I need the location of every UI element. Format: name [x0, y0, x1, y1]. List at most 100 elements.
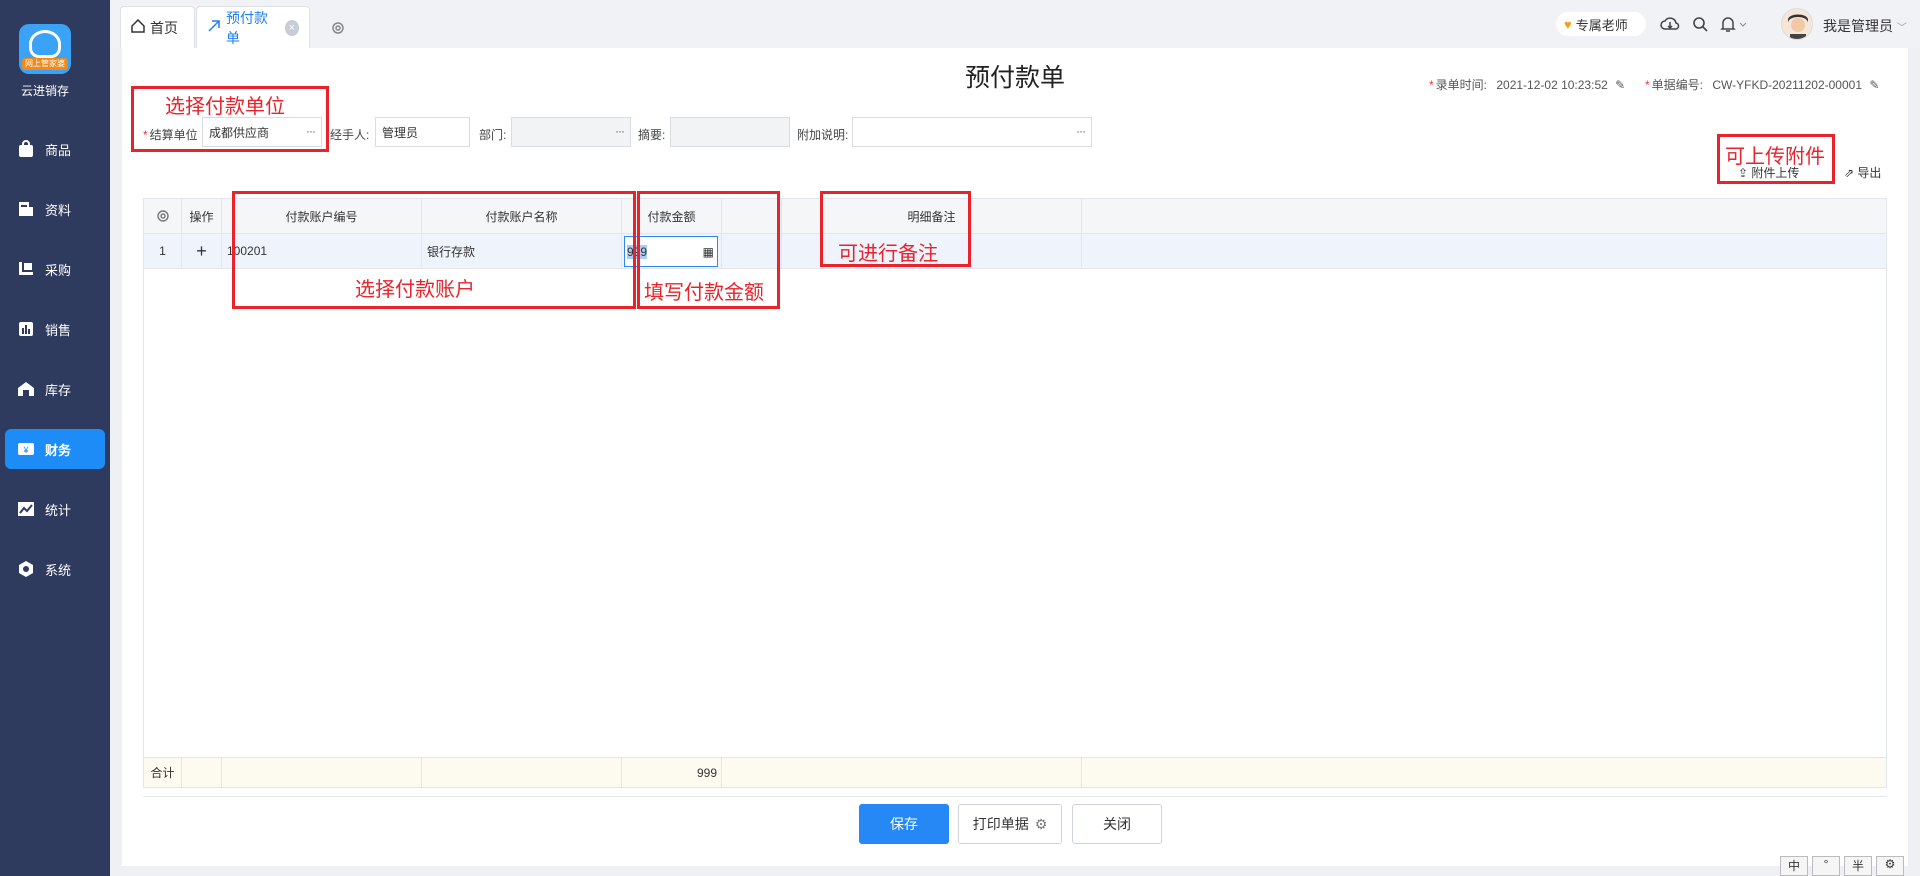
edit-icon[interactable]: ✎	[1615, 78, 1625, 92]
required-mark: *	[1429, 78, 1434, 92]
finance-icon: ¥	[15, 438, 37, 460]
totals-row: 合计 999	[144, 757, 1886, 787]
handler-field[interactable]: 管理员	[375, 117, 470, 147]
sidebar-item-label: 统计	[45, 502, 72, 518]
total-label: 合计	[144, 758, 182, 787]
logo-tag: 网上管家婆	[22, 58, 68, 70]
divider	[143, 796, 1887, 797]
main-panel: 预付款单 * 录单时间: 2021-12-02 10:23:52 ✎ * 单据编号:…	[122, 48, 1908, 866]
header-op: 操作	[182, 199, 222, 233]
sidebar-item-sales[interactable]: 销售	[5, 309, 105, 349]
ime-chinese[interactable]: 中	[1780, 856, 1808, 876]
save-button[interactable]: 保存	[859, 804, 949, 844]
sidebar-item-label: 销售	[45, 322, 72, 338]
note-field[interactable]: ···	[852, 117, 1092, 147]
document-icon	[15, 198, 37, 220]
avatar[interactable]	[1781, 8, 1813, 40]
add-row-icon[interactable]: +	[182, 234, 222, 268]
tab-prepayment[interactable]: 预付款单 ×	[196, 6, 310, 48]
handler-value: 管理员	[382, 126, 419, 140]
sidebar-item-label: 资料	[45, 202, 72, 218]
page-title: 预付款单	[964, 64, 1065, 92]
brand-name: 云进销存	[20, 84, 69, 98]
sidebar-item-products[interactable]: 商品	[5, 129, 105, 169]
tab-home[interactable]: 首页	[120, 6, 195, 48]
gear-icon[interactable]: ⚙	[1035, 816, 1048, 833]
svg-text:¥: ¥	[22, 445, 29, 455]
summary-field[interactable]	[670, 117, 790, 147]
sidebar-item-label: 系统	[45, 562, 72, 578]
document-icon	[207, 19, 221, 36]
stats-icon	[15, 498, 37, 520]
annotation-settle: 选择付款单位	[165, 96, 285, 118]
annotation-upload: 可上传附件	[1725, 146, 1825, 168]
bell-icon[interactable]	[1718, 14, 1738, 34]
export-icon: ⇗	[1844, 166, 1855, 180]
sidebar-item-inventory[interactable]: 库存	[5, 369, 105, 409]
ime-halfwidth[interactable]: 半	[1844, 856, 1872, 876]
edit-icon[interactable]: ✎	[1869, 78, 1879, 92]
total-amount: 999	[622, 758, 722, 787]
more-icon[interactable]: ···	[1076, 124, 1086, 138]
chevron-down-icon[interactable]	[1738, 18, 1748, 28]
sidebar-item-label: 财务	[45, 442, 72, 458]
doc-no-label: 单据编号:	[1651, 78, 1704, 92]
chart-icon	[15, 318, 37, 340]
total-empty	[222, 758, 422, 787]
total-empty	[422, 758, 622, 787]
handler-label: 经手人:	[330, 128, 370, 142]
home-icon	[131, 18, 145, 36]
dept-field[interactable]: ···	[511, 117, 631, 147]
tab-label: 首页	[150, 19, 178, 36]
sidebar-item-finance[interactable]: ¥ 财务	[5, 429, 105, 469]
print-button[interactable]: 打印单据 ⚙	[958, 804, 1062, 844]
app-logo[interactable]: 网上管家婆	[19, 24, 71, 74]
sidebar-item-stats[interactable]: 统计	[5, 489, 105, 529]
close-icon[interactable]: ×	[284, 19, 299, 36]
entry-time-value: 2021-12-02 10:23:52	[1496, 78, 1608, 92]
purchase-icon	[15, 258, 37, 280]
gear-icon[interactable]	[330, 20, 348, 38]
ime-settings-icon[interactable]: ⚙	[1876, 856, 1904, 876]
export-button[interactable]: ⇗ 导出	[1844, 164, 1881, 181]
annotation-account: 选择付款账户	[355, 279, 475, 301]
note-label: 附加说明:	[797, 128, 849, 142]
sidebar-item-data[interactable]: 资料	[5, 189, 105, 229]
teacher-button[interactable]: ♥ 专属老师	[1556, 12, 1646, 36]
column-settings-icon[interactable]	[144, 199, 182, 233]
sidebar-item-purchase[interactable]: 采购	[5, 249, 105, 289]
sidebar: 网上管家婆 云进销存 商品 资料 采购 销售 库存 ¥ 财务 统计 系统	[0, 0, 110, 876]
annotation-amount: 填写付款金额	[644, 282, 764, 304]
more-icon[interactable]: ···	[615, 124, 625, 138]
heart-icon: ♥	[1564, 16, 1572, 32]
document-number: * 单据编号: CW-YFKD-20211202-00001 ✎	[1645, 76, 1879, 93]
ime-dot[interactable]: °	[1812, 856, 1840, 876]
sidebar-item-system[interactable]: 系统	[5, 549, 105, 589]
sidebar-item-label: 商品	[45, 142, 72, 158]
system-icon	[15, 558, 37, 580]
required-mark: *	[1645, 78, 1650, 92]
dept-label: 部门:	[479, 128, 507, 142]
print-label: 打印单据	[972, 816, 1029, 832]
summary-label: 摘要:	[638, 128, 666, 142]
cloud-download-icon[interactable]	[1660, 14, 1680, 34]
chevron-down-icon: ﹀	[1896, 23, 1907, 34]
total-empty	[182, 758, 222, 787]
export-label: 导出	[1857, 166, 1882, 180]
sidebar-item-label: 采购	[45, 262, 72, 278]
sidebar-item-label: 库存	[45, 382, 72, 398]
bag-icon	[15, 138, 37, 160]
ime-toolbar: 中 ° 半 ⚙	[1780, 856, 1920, 876]
doc-no-value: CW-YFKD-20211202-00001	[1712, 78, 1862, 92]
entry-time: * 录单时间: 2021-12-02 10:23:52 ✎	[1429, 76, 1625, 93]
tab-bar: 首页 预付款单 × ♥ 专属老师 我是管理员 ﹀	[110, 0, 1920, 48]
teacher-label: 专属老师	[1575, 17, 1628, 33]
username[interactable]: 我是管理员 ﹀	[1823, 16, 1907, 36]
username-label: 我是管理员	[1823, 18, 1893, 34]
entry-time-label: 录单时间:	[1435, 78, 1488, 92]
annotation-remark: 可进行备注	[838, 243, 938, 265]
search-icon[interactable]	[1690, 14, 1710, 34]
warehouse-icon	[15, 378, 37, 400]
close-button[interactable]: 关闭	[1072, 804, 1162, 844]
cloud-icon	[29, 30, 61, 58]
